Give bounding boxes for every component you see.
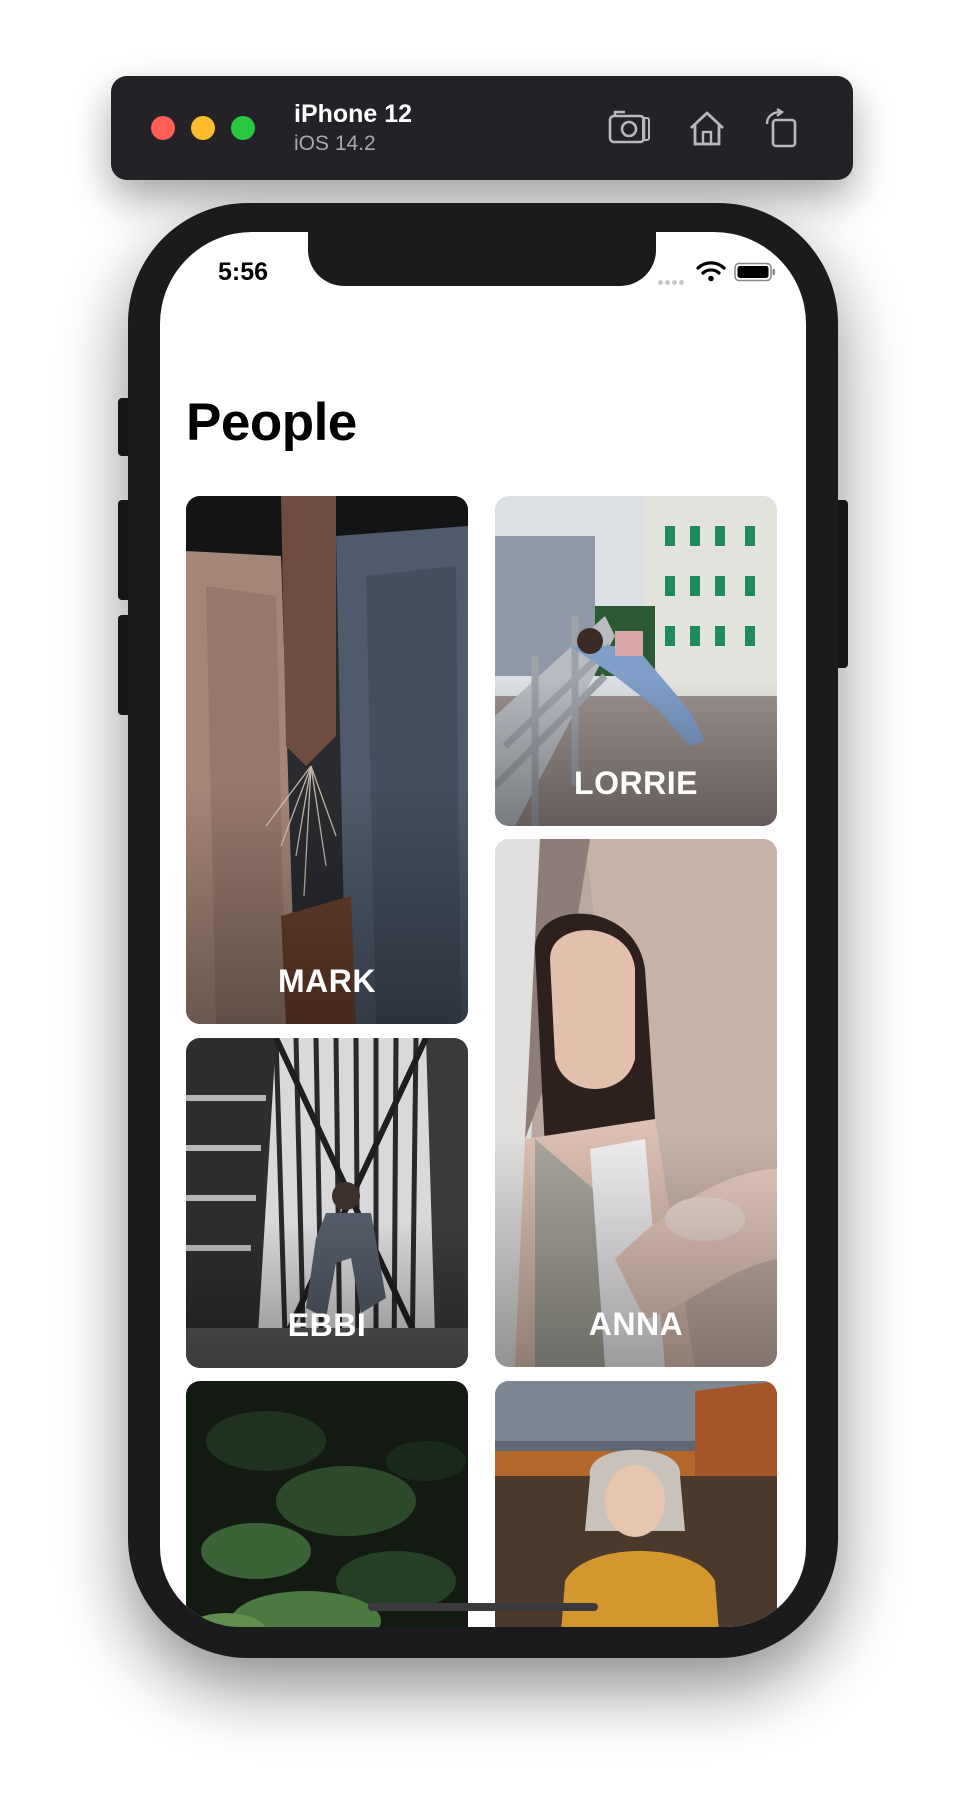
battery-icon: [734, 262, 775, 282]
os-version: iOS 14.2: [294, 132, 376, 155]
wifi-icon: [696, 261, 726, 282]
person-name: ANNA: [588, 1306, 684, 1342]
person-card-field[interactable]: [495, 1381, 777, 1627]
close-window-button[interactable]: [151, 116, 175, 140]
person-card-anna[interactable]: ANNA: [495, 839, 777, 1367]
home-button[interactable]: [685, 108, 729, 148]
cellular-signal-icon: [658, 272, 688, 285]
person-card-mark[interactable]: MARK: [186, 496, 468, 1024]
status-time: 5:56: [218, 258, 269, 286]
person-card-forest[interactable]: [186, 1381, 468, 1627]
rotate-icon: [765, 107, 797, 148]
person-name: EBBI: [287, 1307, 367, 1343]
woman-in-field-photo: [495, 1381, 777, 1627]
rotate-button[interactable]: [759, 107, 803, 148]
minimize-window-button[interactable]: [191, 116, 215, 140]
phone-screen: 5:56 People MARK LORRIE EBBI ANNA: [160, 232, 806, 1627]
notch: [308, 232, 656, 286]
page-title: People: [186, 393, 357, 452]
card-gradient: [495, 677, 777, 826]
device-name: iPhone 12: [294, 100, 413, 128]
home-indicator[interactable]: [368, 1603, 598, 1611]
screenshot-button[interactable]: [607, 108, 651, 148]
zoom-window-button[interactable]: [231, 116, 255, 140]
forest-leaves-photo: [186, 1381, 468, 1627]
person-card-ebbi[interactable]: EBBI: [186, 1038, 468, 1368]
house-icon: [690, 111, 724, 146]
camera-icon: [608, 110, 650, 144]
person-name: LORRIE: [574, 765, 698, 801]
person-card-lorrie[interactable]: LORRIE: [495, 496, 777, 826]
simulator-toolbar: iPhone 12 iOS 14.2: [111, 76, 853, 180]
person-name: MARK: [278, 963, 376, 999]
card-gradient: [186, 1219, 468, 1368]
